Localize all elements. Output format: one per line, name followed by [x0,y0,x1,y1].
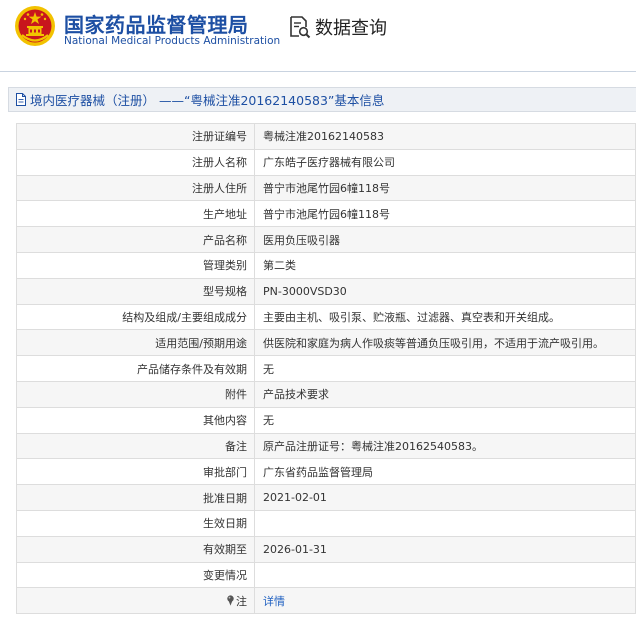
data-query-label: 数据查询 [315,18,387,39]
national-emblem-icon [15,6,55,46]
site-name-en: National Medical Products Administration [64,35,281,47]
row-label: 结构及组成/主要组成成分 [16,303,255,331]
row-label: 变更情况 [16,561,255,589]
row-label: 型号规格 [16,277,255,305]
site-name-cn: 国家药品监督管理局 [64,13,249,37]
row-value: 普宁市池尾竹园6幢118号 [254,200,636,228]
row-value: 广东省药品监督管理局 [254,458,636,486]
row-label: 管理类别 [16,251,255,279]
table-row: 备注 原产品注册证号：粤械注准20162540583。 [16,432,636,460]
row-label: 注册证编号 [16,123,255,150]
row-label: 附件 [16,380,255,408]
record-title-bar: 境内医疗器械（注册） ——“粤械注准20162140583”基本信息 [8,87,636,112]
row-value: 2021-02-01 [254,484,636,511]
row-label: 其他内容 [16,406,255,434]
row-label: 审批部门 [16,458,255,486]
table-row: 附件 产品技术要求 [16,380,636,408]
table-row: 注册人名称 广东皓子医疗器械有限公司 [16,148,636,176]
row-value: 产品技术要求 [254,380,636,408]
table-row: 生效日期 [16,509,636,537]
table-row: 注 详情 [16,587,636,615]
row-value [254,509,636,537]
row-value: 无 [254,406,636,434]
table-row: 管理类别 第二类 [16,251,636,279]
data-query-link[interactable]: 数据查询 [288,14,387,40]
row-value: 粤械注准20162140583 [254,123,636,150]
row-label: 注册人住所 [16,174,255,202]
table-row: 其他内容无 [16,406,636,434]
table-row: 结构及组成/主要组成成分 主要由主机、吸引泵、贮液瓶、过滤器、真空表和开关组成。 [16,303,636,331]
table-row: 适用范围/预期用途 供医院和家庭为病人作吸痰等普通负压吸引用，不适用于流产吸引用。 [16,329,636,357]
table-row: 审批部门 广东省药品监督管理局 [16,458,636,486]
note-label: 注 [236,594,247,608]
row-value: 普宁市池尾竹园6幢118号 [254,174,636,202]
table-row: 注册证编号 粤械注准20162140583 [16,123,636,150]
row-label: 生产地址 [16,200,255,228]
row-label: 适用范围/预期用途 [16,329,255,357]
record-detail-table: 注册证编号 粤械注准20162140583 注册人名称 广东皓子医疗器械有限公司 注册人… [16,123,636,615]
table-row: 变更情况 [16,561,636,589]
document-search-icon [290,16,311,39]
row-value: PN-3000VSD30 [254,277,636,305]
row-value [254,561,636,589]
table-row: 产品名称 医用负压吸引器 [16,226,636,253]
header-divider [0,71,636,72]
row-value: 详情 [254,587,636,615]
document-icon [16,93,26,106]
table-row: 型号规格 PN-3000VSD30 [16,277,636,305]
site-header: 国家药品监督管理局 National Medical Products Admi… [0,0,636,58]
row-label: 产品名称 [16,226,255,253]
row-label: 产品储存条件及有效期 [16,355,255,382]
table-row: 产品储存条件及有效期无 [16,355,636,382]
table-row: 生产地址 普宁市池尾竹园6幢118号 [16,200,636,228]
row-value: 第二类 [254,251,636,279]
row-value: 无 [254,355,636,382]
row-label: 批准日期 [16,484,255,511]
row-value: 主要由主机、吸引泵、贮液瓶、过滤器、真空表和开关组成。 [254,303,636,331]
row-value: 2026-01-31 [254,535,636,563]
table-row: 批准日期 2021-02-01 [16,484,636,511]
table-row: 注册人住所 普宁市池尾竹园6幢118号 [16,174,636,202]
row-value: 供医院和家庭为病人作吸痰等普通负压吸引用，不适用于流产吸引用。 [254,329,636,357]
row-label: 注册人名称 [16,148,255,176]
row-value: 广东皓子医疗器械有限公司 [254,148,636,176]
row-value: 医用负压吸引器 [254,226,636,253]
row-label: 有效期至 [16,535,255,563]
pin-icon [227,595,234,606]
row-label: 生效日期 [16,509,255,537]
row-value: 原产品注册证号：粤械注准20162540583。 [254,432,636,460]
row-label: 注 [16,587,255,615]
record-title: 境内医疗器械（注册） ——“粤械注准20162140583”基本信息 [30,93,385,108]
table-row: 有效期至 2026-01-31 [16,535,636,563]
row-label: 备注 [16,432,255,460]
details-link[interactable]: 详情 [263,595,285,608]
